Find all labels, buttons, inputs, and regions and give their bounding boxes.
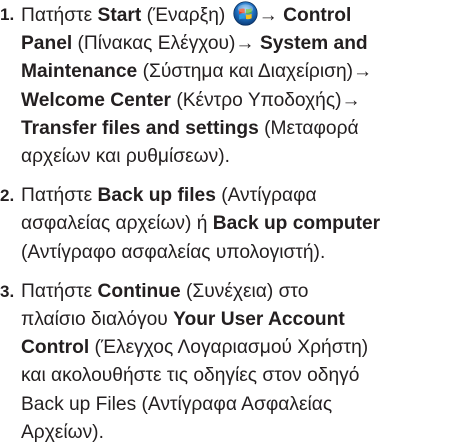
windows-start-orb-icon [232, 1, 258, 26]
step-line: πλαίσιο διαλόγου Your User Account [21, 306, 451, 334]
text-run: Πατήστε [21, 280, 98, 302]
step-line: Maintenance (Σύστημα και Διαχείριση)→ [21, 58, 451, 86]
step-line: (Αντίγραφο ασφαλείας υπολογιστή). [21, 239, 451, 267]
bold-term: Start [97, 5, 142, 26]
text-run: και ακολουθήστε τις οδηγίες στον οδηγό [21, 365, 360, 387]
arrow-text: → [258, 5, 284, 26]
bold-term: Transfer files and settings [21, 117, 259, 139]
step-line: Transfer files and settings (Μεταφορά [21, 115, 451, 143]
bold-term: System and [259, 33, 368, 55]
text-run: (Έναρξη) [141, 5, 231, 26]
text-run: (Έλεγχος Λογαριασμού Χρήστη) [89, 337, 369, 359]
step-line: Welcome Center (Κέντρο Υποδοχής)→ [21, 87, 451, 115]
bold-term: Your User Account [173, 309, 345, 331]
text-run: (Αντίγραφα [215, 185, 317, 207]
text-run: (Μεταφορά [258, 117, 359, 139]
step-2: 2. Πατήστε Back up files (Αντίγραφα ασφα… [0, 182, 451, 267]
step-line: Back up Files (Αντίγραφα Ασφαλείας [21, 391, 451, 419]
text-run: αρχείων και ρυθμίσεων). [21, 146, 230, 168]
step-number: 2. [0, 186, 15, 206]
step-line: Panel (Πίνακας Ελέγχου)→ System and [21, 30, 451, 58]
bold-term: Continue [97, 280, 181, 302]
bold-term: Panel [21, 33, 73, 55]
instructions-document: 1. Πατήστε Start (Έναρξη) → Control Pane… [0, 1, 451, 443]
steps-list: 1. Πατήστε Start (Έναρξη) → Control Pane… [0, 1, 451, 447]
text-run: (Συνέχεια) στο [180, 280, 309, 302]
text-run: Πατήστε [21, 5, 98, 26]
step-line: ασφαλείας αρχείων) ή Back up computer [21, 210, 451, 238]
text-run: Back up Files (Αντίγραφα Ασφαλείας [21, 393, 333, 415]
step-line: Πατήστε Back up files (Αντίγραφα [21, 182, 451, 210]
text-run: (Πίνακας Ελέγχου)→ [72, 33, 260, 55]
step-line: Πατήστε Continue (Συνέχεια) στο [21, 278, 451, 306]
bold-term: Back up files [97, 185, 216, 207]
text-run: (Σύστημα και Διαχείριση)→ [137, 61, 373, 83]
bold-term: Back up computer [212, 213, 381, 235]
step-line: αρχείων και ρυθμίσεων). [21, 143, 451, 171]
text-run: Πατήστε [21, 185, 98, 207]
bold-term: Maintenance [21, 61, 138, 83]
text-run: Αρχείων). [21, 421, 104, 443]
text-run: (Κέντρο Υποδοχής)→ [171, 89, 361, 111]
step-3: 3. Πατήστε Continue (Συνέχεια) στο πλαίσ… [0, 278, 451, 447]
text-run: ασφαλείας αρχείων) ή [21, 213, 213, 235]
step-line: Αρχείων). [21, 419, 451, 447]
step-1: 1. Πατήστε Start (Έναρξη) → Control Pane… [0, 1, 451, 171]
step-number: 3. [0, 281, 15, 301]
step-line: και ακολουθήστε τις οδηγίες στον οδηγό [21, 362, 451, 390]
text-run: (Αντίγραφο ασφαλείας υπολογιστή). [21, 241, 326, 263]
bold-term: Control [21, 337, 90, 359]
step-line: Control (Έλεγχος Λογαριασμού Χρήστη) [21, 334, 451, 362]
bold-term: Welcome Center [21, 89, 171, 111]
bold-term: Control [283, 5, 352, 26]
step-number: 1. [0, 5, 15, 24]
step-line: Πατήστε Start (Έναρξη) → Control [21, 1, 451, 30]
text-run: πλαίσιο διαλόγου [21, 309, 174, 331]
